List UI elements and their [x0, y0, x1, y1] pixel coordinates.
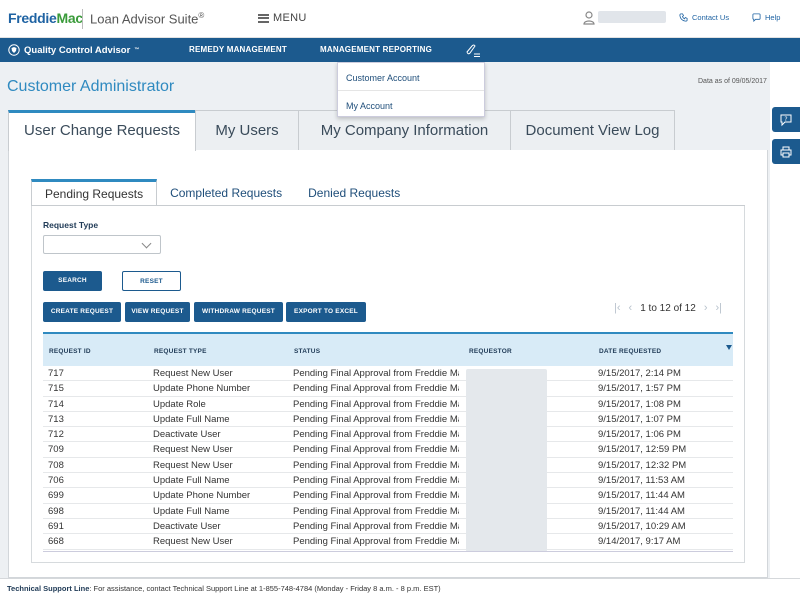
table-row[interactable]: 706 Update Full Name Pending Final Approva…	[43, 473, 733, 489]
question-bubble-icon: ?	[780, 114, 792, 126]
export-to-excel-button[interactable]: EXPORT TO EXCEL	[286, 302, 366, 322]
app-name[interactable]: Quality Control Advisor ™	[8, 44, 139, 56]
page-range: 1 to 12 of 12	[640, 302, 696, 314]
col-request-type[interactable]: REQUEST TYPE	[154, 348, 207, 355]
user-settings-icon[interactable]	[462, 42, 482, 59]
sort-desc-icon[interactable]	[726, 345, 732, 350]
printer-icon	[780, 146, 792, 157]
view-request-button[interactable]: VIEW REQUEST	[125, 302, 190, 322]
footer-label: Technical Support Line	[7, 584, 90, 593]
table-row[interactable]: 712 Deactivate User Pending Final Approval…	[43, 427, 733, 443]
col-status[interactable]: STATUS	[294, 348, 320, 355]
tab-my-users[interactable]: My Users	[195, 110, 299, 150]
tab-document-view-log[interactable]: Document View Log	[510, 110, 675, 150]
footer-text: : For assistance, contact Technical Supp…	[89, 584, 441, 593]
col-request-id[interactable]: REQUEST ID	[49, 348, 91, 355]
create-request-button[interactable]: CREATE REQUEST	[43, 302, 121, 322]
first-page-icon[interactable]: |‹	[614, 302, 621, 314]
tab-completed-requests[interactable]: Completed Requests	[157, 179, 295, 205]
reset-button[interactable]: RESET	[122, 271, 181, 291]
table-row[interactable]: 714 Update Role Pending Final Approval fro…	[43, 397, 733, 412]
table-row[interactable]: 713 Update Full Name Pending Final Approva…	[43, 412, 733, 428]
tab-user-change-requests[interactable]: User Change Requests	[8, 110, 196, 151]
sub-tab-divider	[31, 205, 745, 206]
requestor-redacted	[466, 369, 547, 552]
withdraw-request-button[interactable]: WITHDRAW REQUEST	[194, 302, 283, 322]
dropdown-item-my-account[interactable]: My Account	[338, 90, 484, 117]
logo-divider	[82, 9, 83, 29]
table-row[interactable]: 715 Update Phone Number Pending Final Appr…	[43, 381, 733, 397]
chat-help-button[interactable]: ?	[772, 107, 800, 132]
menu-button[interactable]: MENU	[258, 12, 307, 24]
col-date-requested[interactable]: DATE REQUESTED	[599, 348, 661, 355]
prev-page-icon[interactable]: ‹	[629, 302, 633, 314]
pagination: |‹ ‹ 1 to 12 of 12 › ›|	[614, 302, 722, 314]
help-bubble-icon	[752, 13, 761, 22]
request-type-select[interactable]	[43, 235, 161, 254]
help-link[interactable]: Help	[752, 13, 780, 22]
contact-us-link[interactable]: Contact Us	[679, 13, 729, 22]
svg-text:?: ?	[784, 115, 787, 122]
table-row[interactable]: 668 Request New User Pending Final Approva…	[43, 534, 733, 550]
user-icon	[583, 11, 595, 25]
dropdown-item-customer-account[interactable]: Customer Account	[338, 63, 484, 90]
search-button[interactable]: SEARCH	[43, 271, 102, 291]
table-row[interactable]: 698 Update Full Name Pending Final Approva…	[43, 504, 733, 519]
table-bottom-border	[43, 551, 733, 552]
data-as-of: Data as of 09/05/2017	[698, 78, 767, 85]
request-type-label: Request Type	[43, 220, 99, 230]
col-requestor[interactable]: REQUESTOR	[469, 348, 512, 355]
table-body: 717 Request New User Pending Final Approva…	[43, 366, 733, 550]
freddie-mac-logo[interactable]: FreddieMac	[8, 10, 83, 26]
management-reporting-dropdown: Customer Account My Account	[337, 62, 485, 117]
table-header: REQUEST ID REQUEST TYPE STATUS REQUESTOR…	[43, 332, 733, 366]
table-row[interactable]: 709 Request New User Pending Final Approva…	[43, 442, 733, 458]
shield-icon	[8, 44, 20, 56]
sub-tabs: Pending Requests Completed Requests Deni…	[31, 179, 413, 205]
hamburger-icon	[258, 13, 269, 23]
print-button[interactable]	[772, 139, 800, 164]
phone-icon	[679, 13, 688, 22]
username-redacted	[598, 11, 666, 23]
menu-label: MENU	[273, 12, 307, 24]
last-page-icon[interactable]: ›|	[715, 302, 722, 314]
table-row[interactable]: 691 Deactivate User Pending Final Approval…	[43, 519, 733, 535]
page-title: Customer Administrator	[7, 78, 175, 95]
main-navbar: Quality Control Advisor ™ REMEDY MANAGEME…	[0, 38, 800, 62]
tab-pending-requests[interactable]: Pending Requests	[31, 179, 158, 205]
suite-name: Loan Advisor Suite®	[90, 11, 205, 27]
table-row[interactable]: 717 Request New User Pending Final Approva…	[43, 366, 733, 382]
table-row[interactable]: 708 Request New User Pending Final Approva…	[43, 458, 733, 474]
tab-denied-requests[interactable]: Denied Requests	[295, 179, 413, 205]
footer: Technical Support Line: For assistance, …	[0, 578, 800, 598]
top-header: FreddieMac Loan Advisor Suite® MENU Cont…	[0, 0, 800, 38]
next-page-icon[interactable]: ›	[704, 302, 708, 314]
nav-remedy-management[interactable]: REMEDY MANAGEMENT	[189, 45, 287, 54]
nav-management-reporting[interactable]: MANAGEMENT REPORTING	[320, 45, 432, 54]
table-row[interactable]: 699 Update Phone Number Pending Final Appr…	[43, 488, 733, 504]
chevron-down-icon	[141, 238, 152, 249]
